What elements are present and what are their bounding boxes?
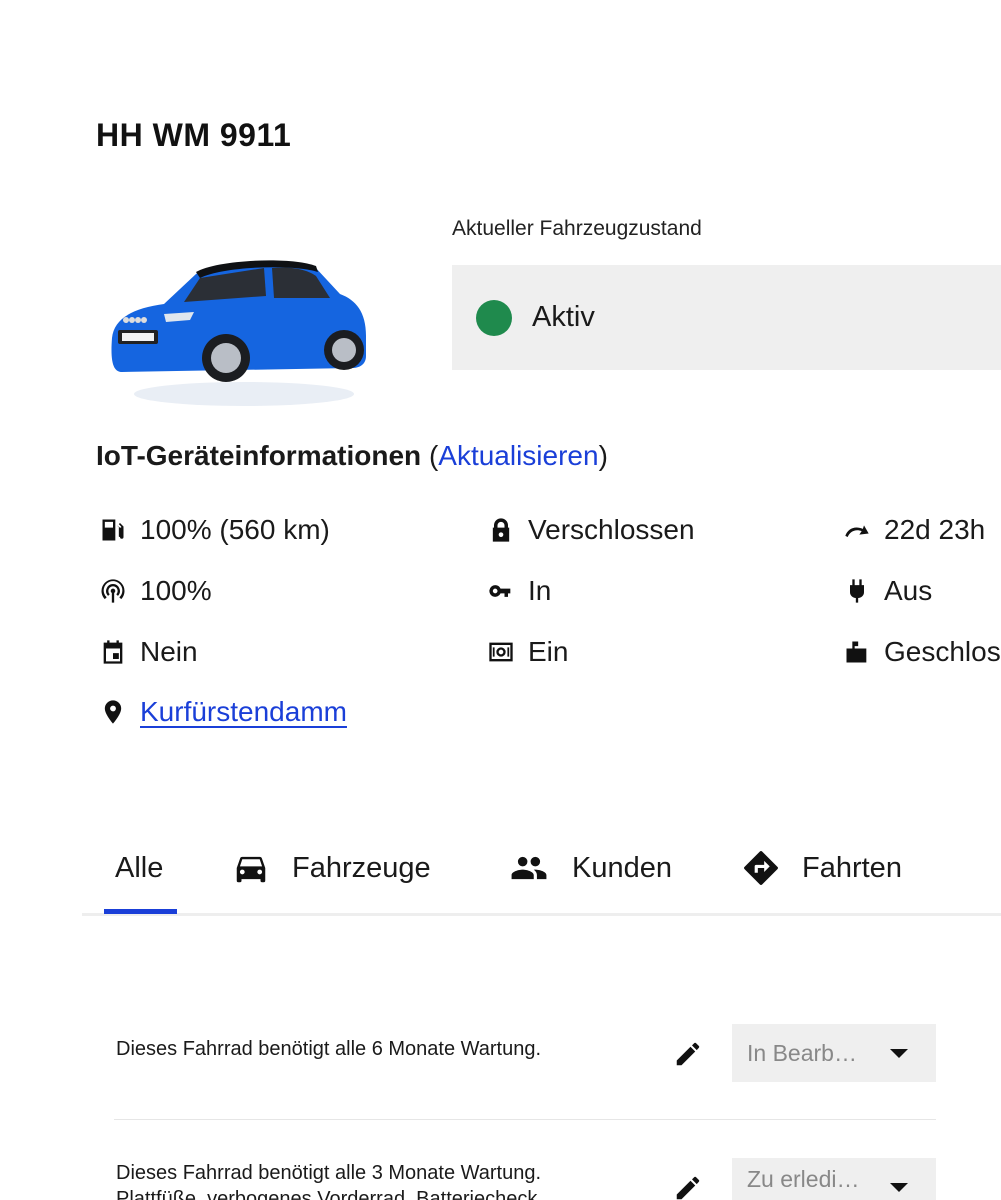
location-link[interactable]: Kurfürstendamm: [140, 696, 347, 728]
task-2-description: Dieses Fahrrad benötigt alle 3 Monate Wa…: [116, 1160, 636, 1200]
fuel-icon: [98, 515, 128, 545]
vehicle-plate-title: HH WM 9911: [96, 117, 292, 153]
iot-signal: 100%: [98, 575, 212, 607]
tab-fahrzeuge-label: Fahrzeuge: [292, 851, 431, 884]
status-select-1-value: In Bearb…: [747, 1039, 857, 1066]
tab-fahrzeuge[interactable]: Fahrzeuge: [232, 830, 431, 906]
lock-icon: [486, 515, 516, 545]
iot-key: In: [486, 575, 551, 607]
tab-fahrten[interactable]: Fahrten: [742, 830, 902, 906]
runtime-value: 22d 23h: [884, 514, 986, 545]
key-value: In: [528, 575, 552, 606]
active-tab-indicator: [104, 909, 177, 914]
task-divider: [114, 1119, 936, 1120]
status-select-1[interactable]: In Bearb…: [732, 1024, 936, 1082]
iot-immobilizer: Ein: [486, 636, 568, 668]
key-icon: [486, 576, 516, 606]
refresh-link[interactable]: Aktualisieren: [438, 440, 598, 471]
plug-icon: [842, 576, 872, 606]
iot-fuel: 100% (560 km): [98, 514, 330, 546]
mailbox-icon: [842, 637, 872, 667]
chevron-down-icon: [890, 1183, 908, 1192]
status-select-2[interactable]: Zu erledi…: [732, 1158, 936, 1200]
signal-icon: [98, 576, 128, 606]
iot-location: Kurfürstendamm: [98, 696, 347, 728]
vehicle-state-label: Aktueller Fahrzeugzustand: [452, 217, 702, 240]
status-dot: [476, 299, 512, 336]
calendar-value: Nein: [140, 636, 198, 667]
filter-tabs: Alle Fahrzeuge Kunden Fahrten: [82, 830, 1001, 916]
edit-icon[interactable]: [673, 1173, 703, 1200]
calendar-icon: [98, 637, 128, 667]
tab-kunden[interactable]: Kunden: [508, 830, 672, 906]
people-icon: [511, 856, 547, 880]
location-pin-icon: [98, 697, 128, 727]
charging-value: Aus: [884, 575, 933, 606]
redo-arrow-icon: [842, 515, 872, 545]
tab-fahrten-label: Fahrten: [802, 851, 902, 884]
edit-icon[interactable]: [673, 1039, 703, 1069]
immobilizer-value: Ein: [528, 636, 569, 667]
signal-value: 100%: [140, 575, 212, 606]
fuel-value: 100% (560 km): [140, 514, 330, 545]
vehicle-state-box: Aktiv: [452, 265, 1001, 370]
iot-calendar: Nein: [98, 636, 198, 668]
vehicle-state-value: Aktiv: [532, 301, 595, 333]
iot-title: IoT-Geräteinformationen: [96, 440, 422, 471]
status-select-2-value: Zu erledi…: [747, 1165, 860, 1192]
task-2-line-1: Dieses Fahrrad benötigt alle 3 Monate Wa…: [116, 1162, 542, 1184]
lock-value: Verschlossen: [528, 514, 695, 545]
iot-mailbox: Geschlos: [842, 636, 1001, 668]
tab-kunden-label: Kunden: [572, 851, 672, 884]
task-2-line-2: Plattfüße, verbogenes Vorderrad, Batteri…: [116, 1188, 538, 1200]
car-icon: [236, 856, 266, 883]
chevron-down-icon: [890, 1049, 908, 1058]
iot-charging: Aus: [842, 575, 932, 607]
tab-alle-label: Alle: [115, 851, 164, 884]
immobilizer-icon: [486, 637, 516, 667]
directions-icon: [744, 851, 778, 885]
refresh-close-paren: ): [598, 440, 608, 471]
iot-lock: Verschlossen: [486, 514, 695, 546]
iot-section-title: IoT-Geräteinformationen (Aktualisieren): [96, 440, 608, 472]
refresh-open-paren: (: [428, 440, 439, 471]
mailbox-value: Geschlos: [884, 636, 1001, 667]
tab-alle[interactable]: Alle: [115, 830, 163, 906]
vehicle-image: [111, 260, 367, 406]
task-1-description: Dieses Fahrrad benötigt alle 6 Monate Wa…: [116, 1038, 542, 1060]
iot-runtime: 22d 23h: [842, 514, 985, 546]
